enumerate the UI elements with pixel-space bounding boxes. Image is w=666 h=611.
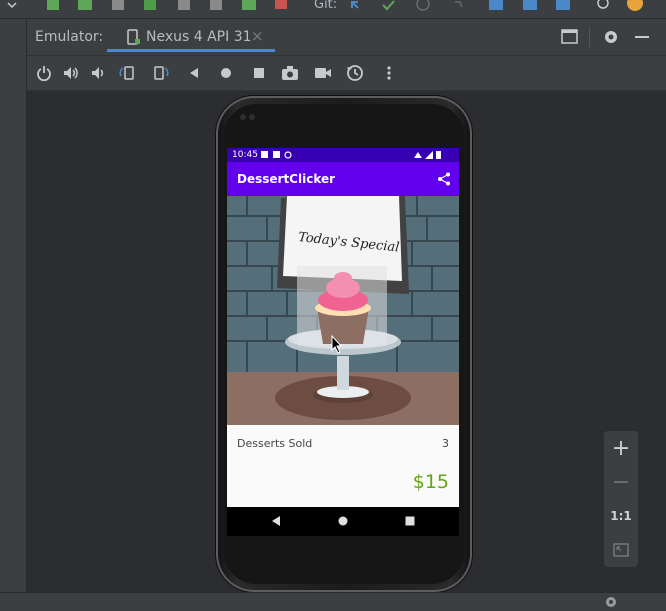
app-title: DessertClicker <box>237 172 336 186</box>
profile-icon <box>144 0 156 10</box>
overview-icon[interactable] <box>250 64 268 82</box>
close-icon[interactable]: × <box>251 27 264 45</box>
desserts-sold-count: 3 <box>442 437 449 450</box>
device-screen[interactable]: 10:45 DessertClicker Today's Special Des… <box>227 148 459 536</box>
device-tab-label: Nexus 4 API 31 <box>146 29 252 45</box>
git-label: Git: <box>314 0 338 12</box>
more-icon[interactable] <box>380 64 398 82</box>
back-icon[interactable] <box>185 64 203 82</box>
minimize-icon[interactable] <box>634 29 650 45</box>
window-mode-icon[interactable] <box>561 29 579 45</box>
gear-icon[interactable] <box>602 28 620 46</box>
rotate-right-icon[interactable] <box>151 64 169 82</box>
zoom-controls: + − 1:1 <box>604 431 638 567</box>
zoom-in-button[interactable]: + <box>604 431 638 465</box>
layout-inspector-icon <box>210 0 222 10</box>
zoom-out-button[interactable]: − <box>604 465 638 499</box>
home-icon[interactable] <box>217 64 235 82</box>
screen-record-icon[interactable] <box>314 64 332 82</box>
status-time: 10:45 <box>232 150 258 160</box>
fit-screen-button[interactable] <box>604 533 638 567</box>
vcs-icon <box>489 0 503 10</box>
tab-nexus-4[interactable]: Nexus 4 API 31 × <box>107 19 275 55</box>
zoom-1-1-button[interactable]: 1:1 <box>604 499 638 533</box>
apply-code-icon <box>242 0 256 10</box>
share-icon[interactable] <box>437 172 451 186</box>
search-icon <box>597 0 609 9</box>
git-update-icon <box>351 1 359 9</box>
rotate-left-icon[interactable] <box>119 64 137 82</box>
nav-bar <box>227 507 459 536</box>
sync-icon <box>47 0 59 10</box>
update-badge-icon <box>627 0 643 11</box>
status-bar: 10:45 <box>227 148 459 162</box>
vcs-push-icon <box>523 0 537 10</box>
system-status-icons <box>414 151 441 159</box>
fit-screen-icon <box>613 543 629 557</box>
attach-icon <box>178 0 190 10</box>
snapshot-icon[interactable] <box>346 64 364 82</box>
rollback-icon <box>455 1 463 8</box>
notification-icons <box>261 151 292 159</box>
sensor <box>249 114 255 120</box>
debug-icon <box>112 0 124 10</box>
app-bar: DessertClicker <box>227 162 459 196</box>
screenshot-icon[interactable] <box>281 64 299 82</box>
stop-icon <box>275 0 287 9</box>
emulator-toolbar <box>27 56 666 91</box>
nav-back-icon[interactable] <box>271 516 281 526</box>
volume-down-icon[interactable] <box>89 64 107 82</box>
header-divider <box>589 27 590 47</box>
left-tool-strip <box>0 19 27 610</box>
device-icon <box>127 29 140 45</box>
dropdown-icon <box>7 2 17 9</box>
emulator-label: Emulator: <box>35 29 104 45</box>
bottom-gear-icon[interactable] <box>604 595 618 609</box>
git-commit-icon <box>382 0 395 11</box>
apply-changes-icon <box>78 0 92 10</box>
vcs-pull-icon <box>556 0 570 10</box>
volume-up-icon[interactable] <box>62 64 80 82</box>
nav-home-icon[interactable] <box>338 516 348 526</box>
emulator-header: Emulator: Nexus 4 API 31 × <box>27 19 666 56</box>
nav-overview-icon[interactable] <box>405 516 415 526</box>
bottom-tool-strip <box>0 592 666 611</box>
power-icon[interactable] <box>35 64 53 82</box>
tab-underline <box>107 49 275 52</box>
ide-top-toolbar: Git: <box>0 0 666 19</box>
dessert-button[interactable] <box>297 266 387 346</box>
revenue-text: $15 <box>412 471 449 493</box>
front-camera <box>240 114 246 120</box>
history-icon <box>416 0 430 11</box>
desserts-sold-label: Desserts Sold <box>237 437 313 450</box>
sales-card: Desserts Sold 3 $15 <box>227 425 459 507</box>
